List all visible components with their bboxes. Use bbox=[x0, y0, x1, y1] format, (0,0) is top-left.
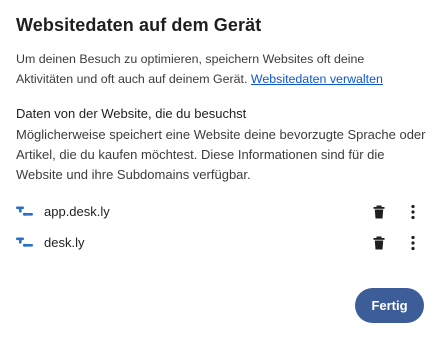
done-button[interactable]: Fertig bbox=[355, 288, 424, 323]
more-vert-icon[interactable] bbox=[404, 234, 422, 252]
section-description: Möglicherweise speichert eine Website de… bbox=[16, 127, 426, 182]
dialog-title: Websitedaten auf dem Gerät bbox=[16, 15, 262, 35]
trash-icon[interactable] bbox=[370, 234, 388, 252]
site-data-dialog: Websitedaten auf dem Gerät Um deinen Bes… bbox=[0, 0, 440, 341]
section-heading: Daten von der Website, die du besuchst bbox=[16, 106, 247, 121]
desk-favicon-icon bbox=[16, 206, 33, 216]
desk-favicon-icon bbox=[16, 237, 33, 247]
manage-site-data-link[interactable]: Websitedaten verwalten bbox=[251, 72, 383, 86]
site-row: desk.ly bbox=[0, 228, 440, 258]
site-row: app.desk.ly bbox=[0, 197, 440, 227]
more-vert-icon[interactable] bbox=[404, 203, 422, 221]
site-name: app.desk.ly bbox=[44, 204, 110, 219]
site-name: desk.ly bbox=[44, 235, 85, 250]
intro-text: Um deinen Besuch zu optimieren, speicher… bbox=[16, 49, 421, 89]
trash-icon[interactable] bbox=[370, 203, 388, 221]
